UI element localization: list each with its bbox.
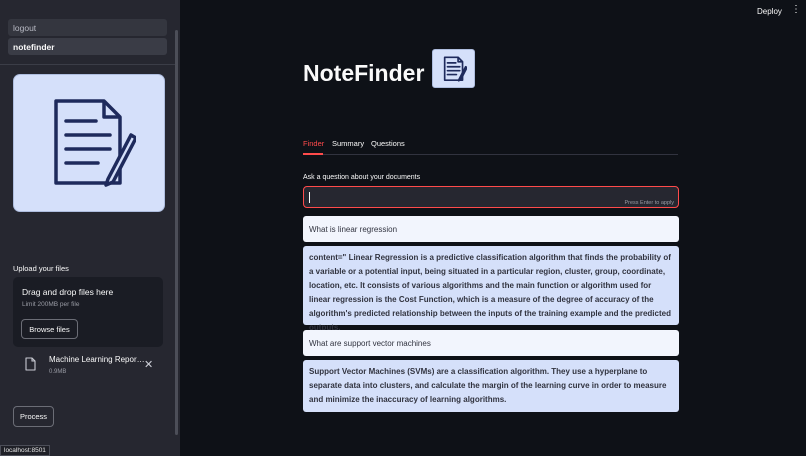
file-icon — [25, 357, 36, 376]
browse-files-button[interactable]: Browse files — [21, 319, 78, 339]
kebab-menu-icon[interactable]: ⋮ — [791, 5, 801, 15]
remove-file-close-icon[interactable]: ✕ — [144, 358, 153, 371]
tab-summary[interactable]: Summary — [332, 139, 364, 148]
answer-bubble: Support Vector Machines (SVMs) are a cla… — [303, 360, 679, 412]
answer-bubble: content=" Linear Regression is a predict… — [303, 246, 679, 332]
tab-questions[interactable]: Questions — [371, 139, 405, 148]
deploy-button[interactable]: Deploy — [757, 7, 782, 16]
active-tab-indicator — [303, 153, 323, 155]
upload-label: Upload your files — [13, 264, 69, 273]
app: logout notefinder Upload your files Drag… — [0, 0, 806, 456]
document-edit-icon — [54, 99, 136, 187]
input-hint: Press Enter to apply — [624, 200, 674, 206]
question-input[interactable]: Press Enter to apply — [303, 186, 679, 208]
file-dropzone[interactable]: Drag and drop files here Limit 200MB per… — [13, 277, 163, 347]
title-logo — [432, 49, 475, 88]
text-cursor — [309, 192, 310, 203]
dropzone-limit: Limit 200MB per file — [22, 301, 80, 308]
question-bubble: What is linear regression — [303, 216, 679, 242]
sidebar: logout notefinder Upload your files Drag… — [0, 0, 180, 456]
uploaded-file-size: 0.9MB — [49, 369, 67, 375]
document-logo — [13, 74, 165, 212]
document-edit-icon — [443, 56, 467, 82]
process-button[interactable]: Process — [13, 406, 54, 427]
sidebar-item-notefinder[interactable]: notefinder — [8, 38, 167, 55]
question-input-label: Ask a question about your documents — [303, 174, 421, 181]
uploaded-file-name: Machine Learning Repor… — [49, 355, 145, 364]
sidebar-scrollbar[interactable] — [175, 30, 178, 435]
status-bar-url: localhost:8501 — [0, 445, 50, 456]
page-title: NoteFinder — [303, 60, 425, 86]
tab-finder[interactable]: Finder — [303, 139, 324, 148]
tab-bar: Finder Summary Questions — [303, 138, 678, 155]
dropzone-title: Drag and drop files here — [22, 287, 114, 297]
question-bubble: What are support vector machines — [303, 330, 679, 356]
sidebar-item-logout[interactable]: logout — [8, 19, 167, 36]
sidebar-divider — [0, 64, 176, 65]
